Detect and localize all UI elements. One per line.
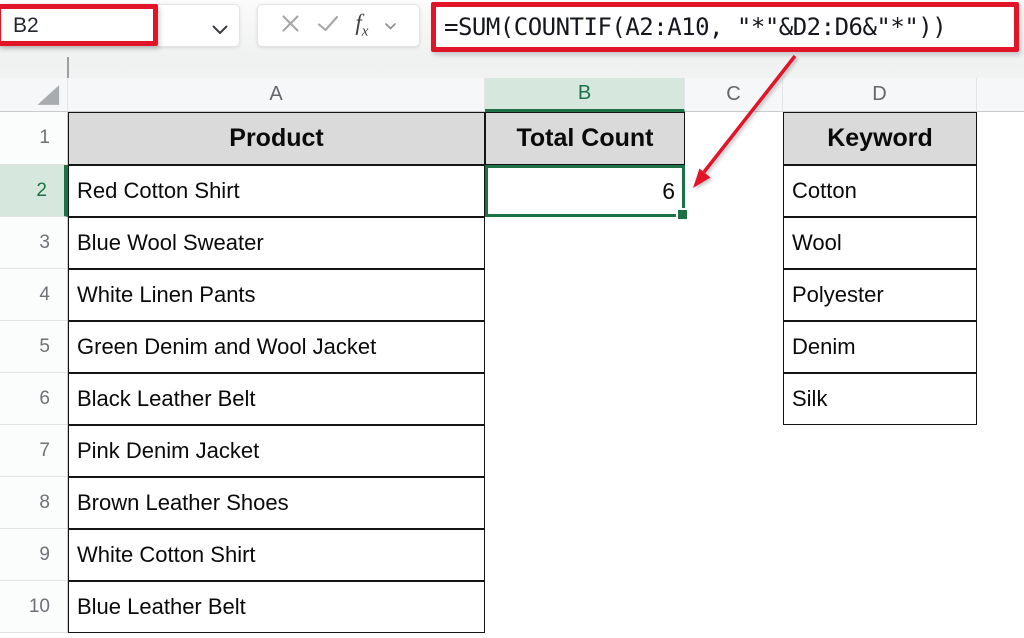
- cell-D3[interactable]: Wool: [783, 217, 977, 269]
- cell-A8[interactable]: Brown Leather Shoes: [68, 477, 485, 529]
- fill-handle[interactable]: [676, 208, 689, 221]
- cell-A10[interactable]: Blue Leather Belt: [68, 581, 485, 633]
- excel-window: B2 fx =SUM(COUNTIF(A2:A10, "*"&D2:D6&"*"…: [0, 0, 1024, 638]
- cell-D5[interactable]: Denim: [783, 321, 977, 373]
- row-header-5[interactable]: 5: [0, 321, 68, 373]
- total-count-value: 6: [662, 178, 675, 205]
- name-box-dropdown-icon[interactable]: [212, 22, 228, 40]
- row-header-9[interactable]: 9: [0, 529, 68, 581]
- cell-B1-total-count-header[interactable]: Total Count: [485, 112, 685, 165]
- select-all-corner[interactable]: [0, 78, 68, 112]
- fx-dropdown-icon[interactable]: [385, 17, 396, 35]
- column-header-C[interactable]: C: [685, 78, 783, 112]
- cell-A3[interactable]: Blue Wool Sweater: [68, 217, 485, 269]
- formula-bar-row: B2 fx =SUM(COUNTIF(A2:A10, "*"&D2:D6&"*"…: [0, 0, 1024, 78]
- cell-A4[interactable]: White Linen Pants: [68, 269, 485, 321]
- formula-buttons: fx: [257, 4, 420, 47]
- formula-input[interactable]: =SUM(COUNTIF(A2:A10, "*"&D2:D6&"*")): [436, 13, 946, 41]
- cell-A9[interactable]: White Cotton Shirt: [68, 529, 485, 581]
- cell-D4[interactable]: Polyester: [783, 269, 977, 321]
- cell-A1-product-header[interactable]: Product: [68, 112, 485, 165]
- name-box[interactable]: B2: [1, 4, 240, 47]
- header-divider-line: [67, 57, 69, 78]
- cell-D6[interactable]: Silk: [783, 373, 977, 425]
- row-header-3[interactable]: 3: [0, 217, 68, 269]
- select-all-triangle-icon: [0, 78, 67, 112]
- cell-D2[interactable]: Cotton: [783, 165, 977, 217]
- formula-bar-highlight: =SUM(COUNTIF(A2:A10, "*"&D2:D6&"*")): [431, 2, 1019, 52]
- column-header-partial-E[interactable]: [977, 78, 1024, 112]
- row-header-4[interactable]: 4: [0, 269, 68, 321]
- cancel-icon[interactable]: [281, 14, 300, 38]
- cell-A2[interactable]: Red Cotton Shirt: [68, 165, 485, 217]
- enter-check-icon[interactable]: [317, 15, 339, 37]
- row-header-7[interactable]: 7: [0, 425, 68, 477]
- column-header-B[interactable]: B: [485, 78, 685, 112]
- cell-A7[interactable]: Pink Denim Jacket: [68, 425, 485, 477]
- row-header-6[interactable]: 6: [0, 373, 68, 425]
- cell-D1-keyword-header[interactable]: Keyword: [783, 112, 977, 165]
- cell-B2-selected[interactable]: 6: [485, 165, 685, 217]
- column-header-D[interactable]: D: [783, 78, 977, 112]
- row-header-10[interactable]: 10: [0, 581, 68, 633]
- cell-A6[interactable]: Black Leather Belt: [68, 373, 485, 425]
- row-header-2[interactable]: 2: [0, 165, 68, 217]
- row-header-1[interactable]: 1: [0, 112, 68, 165]
- row-header-8[interactable]: 8: [0, 477, 68, 529]
- column-header-A[interactable]: A: [68, 78, 485, 112]
- name-box-value[interactable]: B2: [2, 14, 39, 38]
- insert-function-icon[interactable]: fx: [355, 11, 368, 40]
- cell-A5[interactable]: Green Denim and Wool Jacket: [68, 321, 485, 373]
